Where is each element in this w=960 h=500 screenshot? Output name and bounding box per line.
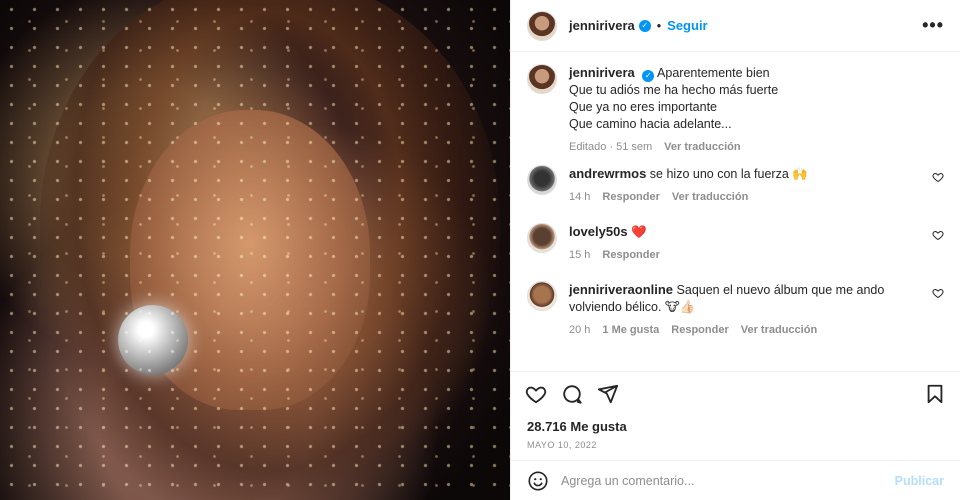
publish-button[interactable]: Publicar [895,474,944,488]
edited-time: Editado · 51 sem [569,141,653,153]
comment-icon[interactable] [561,383,583,405]
comment-meta: 15 h Responder [569,249,660,261]
comment: lovely50s ❤️ 15 h Responder [527,223,944,261]
post-header: jennirivera ✓ • Seguir ••• [511,0,960,52]
caption-line: Que camino hacia adelante... [569,117,732,131]
like-count[interactable]: 28.716 Me gusta [511,415,960,434]
avatar[interactable] [527,10,557,41]
comment-time: 15 h [569,249,591,261]
caption-line: Aparentemente bien [657,66,770,80]
comment: andrewrmos se hizo uno con la fuerza 🙌 1… [527,165,944,203]
caption-username[interactable]: jennirivera [569,65,635,80]
header-username[interactable]: jennirivera [569,18,635,33]
comment-meta: 20 h 1 Me gusta Responder Ver traducción [569,324,899,336]
comment-avatar[interactable] [527,223,557,253]
translate-link[interactable]: Ver traducción [741,324,817,336]
follow-button[interactable]: Seguir [667,18,707,33]
post-image[interactable] [0,0,510,500]
more-icon[interactable]: ••• [922,15,944,36]
comment-meta: 14 h Responder Ver traducción [569,191,808,203]
heart-icon[interactable] [932,171,944,183]
comment-avatar[interactable] [527,281,557,311]
post-modal: jennirivera ✓ • Seguir ••• jennirivera ✓… [0,0,960,500]
reply-button[interactable]: Responder [602,191,659,203]
add-comment-bar: Publicar [511,460,960,500]
comment-username[interactable]: andrewrmos [569,166,646,181]
translate-link[interactable]: Ver traducción [672,191,748,203]
emoji-icon[interactable] [527,470,549,492]
heart-icon[interactable] [932,287,944,299]
action-bar [511,371,960,415]
heart-icon[interactable] [932,229,944,241]
caption-line: Que ya no eres importante [569,100,717,114]
translate-link[interactable]: Ver traducción [664,141,740,153]
comment-text: ❤️ [631,225,647,239]
bookmark-icon[interactable] [924,383,946,405]
comment-input[interactable] [561,473,883,488]
caption-line: Que tu adiós me ha hecho más fuerte [569,83,779,97]
separator-dot: • [656,18,662,33]
comment-time: 20 h [569,324,591,336]
comment-username[interactable]: lovely50s [569,224,628,239]
comments-feed[interactable]: jennirivera ✓ Aparentemente bien Que tu … [511,52,960,371]
share-icon[interactable] [597,383,619,405]
post-panel: jennirivera ✓ • Seguir ••• jennirivera ✓… [510,0,960,500]
post-date: MAYO 10, 2022 [527,440,597,450]
caption-meta: Editado · 51 sem Ver traducción [569,141,778,153]
caption: jennirivera ✓ Aparentemente bien Que tu … [527,64,944,153]
caption-avatar[interactable] [527,64,557,94]
heart-icon[interactable] [525,383,547,405]
verified-icon: ✓ [642,70,655,82]
comment-likes[interactable]: 1 Me gusta [602,324,659,336]
comment-text: se hizo uno con la fuerza 🙌 [649,167,808,181]
comment: jenniriveraonline Saquen el nuevo álbum … [527,281,944,336]
reply-button[interactable]: Responder [602,249,659,261]
comment-username[interactable]: jenniriveraonline [569,282,673,297]
comment-time: 14 h [569,191,591,203]
image-sparkles [0,0,510,500]
reply-button[interactable]: Responder [671,324,728,336]
comment-avatar[interactable] [527,165,557,195]
verified-icon: ✓ [638,19,651,32]
